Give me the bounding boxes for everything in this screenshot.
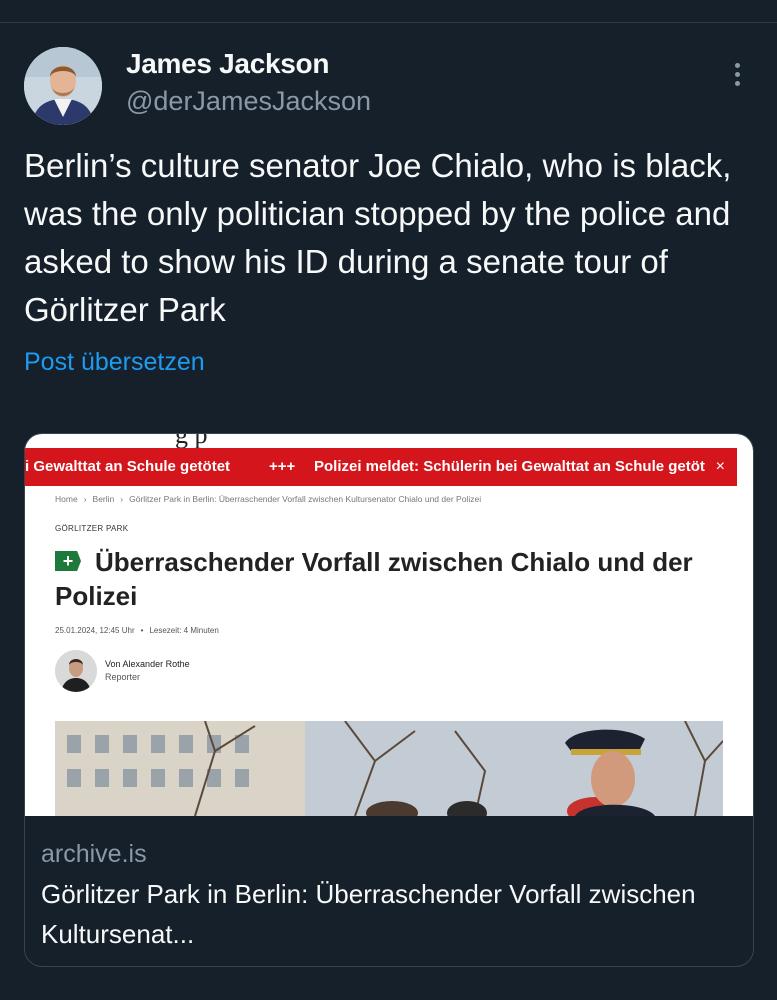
article-photo [55,721,723,816]
reading-time: Lesezeit: 4 Minuten [149,626,219,635]
author-avatar[interactable] [24,47,102,125]
byline-prefix: Von [105,659,121,669]
breadcrumb-item: Home [55,494,78,504]
reporter-avatar [55,650,97,692]
reporter-role: Reporter [105,672,141,682]
translate-post-link[interactable]: Post übersetzen [24,348,205,377]
article-photo-image [55,721,723,816]
breadcrumb-item: Berlin [92,494,115,504]
author-name[interactable]: James Jackson [126,48,329,80]
article-date: 25.01.2024, 12:45 Uhr [55,626,135,635]
close-icon: × [715,458,725,475]
top-divider [0,22,777,23]
ticker-separator: +++ [269,458,296,475]
reporter-byline: Von Alexander Rothe [105,659,190,669]
avatar-image [24,47,102,125]
card-title[interactable]: Görlitzer Park in Berlin: Überraschender… [41,874,731,954]
more-vertical-icon [724,63,750,86]
ticker-left: i Gewalttat an Schule getötet [25,458,231,475]
tweet-text: Berlin’s culture senator Joe Chialo, who… [24,147,732,328]
breadcrumb-item: Görlitzer Park in Berlin: Überraschender… [129,494,482,504]
article-meta: 25.01.2024, 12:45 Uhr • Lesezeit: 4 Minute… [55,626,219,635]
ticker-right: Polizei meldet: Schülerin bei Gewalttat … [314,458,705,475]
author-handle[interactable]: @derJamesJackson [126,86,371,117]
article-screenshot: g p i Gewalttat an Schule getötet +++ Po… [25,434,753,816]
news-ticker: i Gewalttat an Schule getötet +++ Polize… [25,448,737,486]
article-headline: Überraschender Vorfall zwischen Chialo u… [55,547,693,611]
link-preview-card[interactable]: g p i Gewalttat an Schule getötet +++ Po… [24,433,754,967]
article-kicker: GÖRLITZER PARK [55,524,129,533]
reporter-name: Alexander Rothe [122,659,190,669]
reporter-photo [55,650,97,692]
breadcrumb: Home › Berlin › Görlitzer Park in Berlin: Üb… [55,494,482,504]
card-domain: archive.is [41,840,147,868]
more-options-button[interactable] [724,60,750,100]
